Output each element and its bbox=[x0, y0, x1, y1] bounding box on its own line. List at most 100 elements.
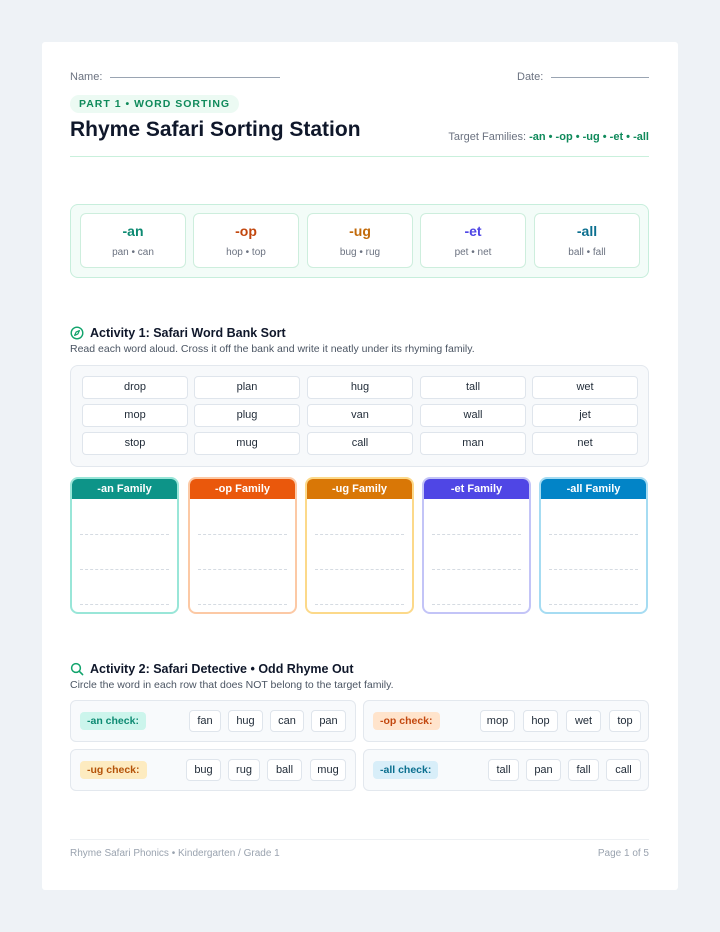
family-card: -op hop • top bbox=[193, 213, 299, 268]
writing-line bbox=[549, 604, 638, 605]
writing-line bbox=[80, 604, 169, 605]
check-word[interactable]: rug bbox=[228, 759, 260, 781]
page-number: Page 1 of 5 bbox=[597, 848, 649, 859]
check-word[interactable]: top bbox=[609, 710, 641, 732]
family-examples: hop • top bbox=[226, 247, 266, 258]
word-chip[interactable]: van bbox=[307, 404, 413, 427]
writing-line bbox=[198, 534, 287, 535]
word-chip[interactable]: plan bbox=[194, 376, 300, 399]
family-column-all[interactable]: -all Family bbox=[539, 477, 648, 614]
activity1-title: Activity 1: Safari Word Bank Sort bbox=[90, 326, 286, 340]
check-word[interactable]: mug bbox=[310, 759, 346, 781]
footer-divider bbox=[70, 839, 649, 840]
word-chip[interactable]: wall bbox=[420, 404, 526, 427]
check-word[interactable]: bug bbox=[186, 759, 221, 781]
check-word[interactable]: tall bbox=[488, 759, 519, 781]
check-label: -an check: bbox=[80, 712, 146, 730]
date-line[interactable] bbox=[551, 77, 649, 78]
check-word[interactable]: call bbox=[606, 759, 641, 781]
writing-line bbox=[432, 604, 521, 605]
family-examples: pan • can bbox=[112, 247, 154, 258]
writing-line bbox=[198, 604, 287, 605]
writing-line bbox=[80, 569, 169, 570]
compass-icon bbox=[70, 326, 84, 340]
name-label: Name: bbox=[70, 71, 103, 83]
word-chip[interactable]: drop bbox=[82, 376, 188, 399]
family-strip: -an pan • can -op hop • top -ug bug • ru… bbox=[70, 204, 649, 278]
family-column-an[interactable]: -an Family bbox=[70, 477, 179, 614]
footer-series: Rhyme Safari Phonics • Kindergarten / Gr… bbox=[70, 848, 280, 859]
activity2-description: Circle the word in each row that does NO… bbox=[70, 679, 394, 691]
activity2-title: Activity 2: Safari Detective • Odd Rhyme… bbox=[90, 662, 354, 676]
writing-line bbox=[432, 569, 521, 570]
activity2-heading: Activity 2: Safari Detective • Odd Rhyme… bbox=[70, 662, 353, 676]
page-title: Rhyme Safari Sorting Station bbox=[70, 118, 361, 141]
family-card: -all ball • fall bbox=[534, 213, 640, 268]
family-card: -et pet • net bbox=[420, 213, 526, 268]
check-word[interactable]: pan bbox=[526, 759, 561, 781]
target-families: Target Families: -an • -op • -ug • -et •… bbox=[448, 131, 649, 143]
word-bank: drop plan hug tall wet mop plug van wall… bbox=[70, 365, 649, 467]
check-row-an: -an check: fan hug can pan bbox=[70, 700, 356, 742]
word-chip[interactable]: call bbox=[307, 432, 413, 455]
part-badge: PART 1 • WORD SORTING bbox=[70, 95, 240, 113]
family-name: -et bbox=[464, 223, 482, 239]
word-chip[interactable]: net bbox=[532, 432, 638, 455]
writing-line bbox=[315, 534, 404, 535]
word-chip[interactable]: stop bbox=[82, 432, 188, 455]
check-word[interactable]: can bbox=[270, 710, 304, 732]
word-chip[interactable]: hug bbox=[307, 376, 413, 399]
writing-line bbox=[80, 534, 169, 535]
family-column-header: -all Family bbox=[541, 479, 646, 499]
activity1-heading: Activity 1: Safari Word Bank Sort bbox=[70, 326, 286, 340]
check-word[interactable]: mop bbox=[480, 710, 515, 732]
magnifier-icon bbox=[70, 662, 84, 676]
check-word[interactable]: hop bbox=[523, 710, 558, 732]
check-label: -all check: bbox=[373, 761, 439, 779]
family-column-header: -an Family bbox=[72, 479, 177, 499]
check-word[interactable]: fan bbox=[189, 710, 221, 732]
family-column-header: -ug Family bbox=[307, 479, 412, 499]
check-word[interactable]: wet bbox=[566, 710, 601, 732]
check-row-ug: -ug check: bug rug ball mug bbox=[70, 749, 356, 791]
word-chip[interactable]: tall bbox=[420, 376, 526, 399]
family-examples: bug • rug bbox=[339, 247, 381, 258]
check-word[interactable]: fall bbox=[568, 759, 599, 781]
family-column-et[interactable]: -et Family bbox=[422, 477, 531, 614]
target-families-list: -an • -op • -ug • -et • -all bbox=[529, 131, 649, 143]
check-label: -op check: bbox=[373, 712, 440, 730]
worksheet-page: Name: Date: PART 1 • WORD SORTING Rhyme … bbox=[42, 42, 678, 890]
header-divider bbox=[70, 156, 649, 157]
writing-line bbox=[315, 604, 404, 605]
date-label: Date: bbox=[517, 71, 544, 83]
family-name: -all bbox=[576, 223, 598, 239]
word-chip[interactable]: wet bbox=[532, 376, 638, 399]
writing-line bbox=[549, 569, 638, 570]
family-examples: ball • fall bbox=[568, 247, 606, 258]
family-column-header: -et Family bbox=[424, 479, 529, 499]
word-chip[interactable]: mop bbox=[82, 404, 188, 427]
family-examples: pet • net bbox=[454, 247, 492, 258]
family-name: -an bbox=[122, 223, 144, 239]
check-word[interactable]: hug bbox=[228, 710, 263, 732]
family-card: -an pan • can bbox=[80, 213, 186, 268]
writing-line bbox=[315, 569, 404, 570]
check-label: -ug check: bbox=[80, 761, 147, 779]
word-chip[interactable]: mug bbox=[194, 432, 300, 455]
family-column-ug[interactable]: -ug Family bbox=[305, 477, 414, 614]
check-word[interactable]: pan bbox=[311, 710, 346, 732]
word-chip[interactable]: plug bbox=[194, 404, 300, 427]
family-name: -op bbox=[235, 223, 257, 239]
word-chip[interactable]: man bbox=[420, 432, 526, 455]
target-families-label: Target Families: bbox=[448, 131, 527, 143]
family-column-op[interactable]: -op Family bbox=[188, 477, 297, 614]
activity1-description: Read each word aloud. Cross it off the b… bbox=[70, 343, 475, 355]
family-card: -ug bug • rug bbox=[307, 213, 413, 268]
check-row-all: -all check: tall pan fall call bbox=[363, 749, 649, 791]
writing-line bbox=[198, 569, 287, 570]
word-chip[interactable]: jet bbox=[532, 404, 638, 427]
writing-line bbox=[432, 534, 521, 535]
check-word[interactable]: ball bbox=[267, 759, 302, 781]
writing-line bbox=[549, 534, 638, 535]
name-line[interactable] bbox=[110, 77, 280, 78]
